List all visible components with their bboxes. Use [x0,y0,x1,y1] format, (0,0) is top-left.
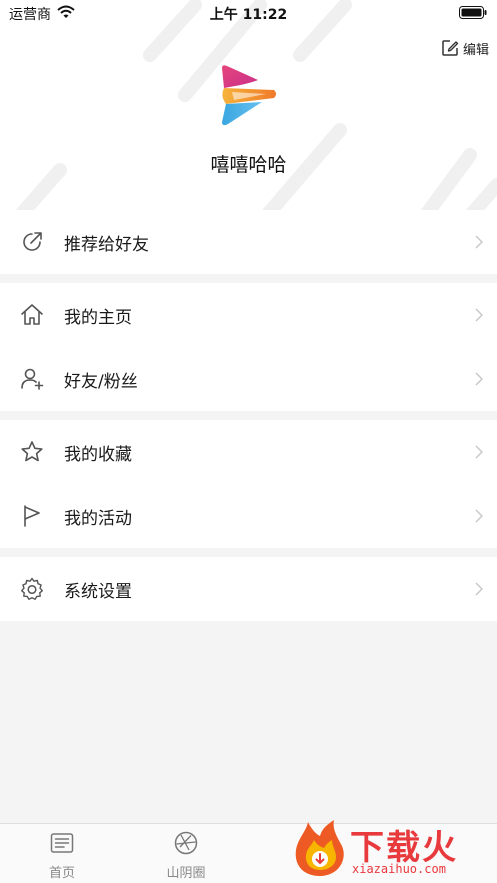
watermark-logo: 下载火 xiazaihuo.com [292,818,497,883]
tab-circle[interactable]: 山阴圈 [126,824,246,883]
edit-button[interactable]: 编辑 [441,38,489,58]
menu-item-homepage[interactable]: 我的主页 [0,283,497,347]
status-bar: 运营商 上午 11:22 [0,0,497,26]
watermark-subtitle: xiazaihuo.com [352,862,446,876]
battery-icon [459,6,487,19]
username: 嘻嘻哈哈 [210,154,287,176]
edit-icon [442,40,459,56]
news-list-icon [50,833,74,853]
share-icon [23,232,42,251]
menu-label-favorites: 我的收藏 [64,444,132,465]
menu-item-favorites[interactable]: 我的收藏 [0,420,497,484]
menu-label-homepage: 我的主页 [64,307,132,328]
app-logo [222,65,276,126]
menu-item-activities[interactable]: 我的活动 [0,484,497,548]
menu-label-share: 推荐给好友 [64,234,149,255]
menu-item-share[interactable]: 推荐给好友 [0,210,497,274]
menu-label-friends: 好友/粉丝 [64,371,138,392]
flag-icon [24,505,40,527]
star-icon [21,441,43,462]
chevron-right-icon [475,235,483,249]
menu-item-friends[interactable]: 好友/粉丝 [0,347,497,411]
menu-group-settings: 系统设置 [0,557,497,621]
chevron-right-icon [475,509,483,523]
chevron-right-icon [475,372,483,386]
edit-label: 编辑 [462,42,489,58]
menu-label-activities: 我的活动 [64,508,132,529]
profile-header: 运营商 上午 11:22 编辑 嘻嘻哈哈 [0,0,497,210]
chevron-right-icon [475,582,483,596]
chevron-right-icon [475,308,483,322]
aperture-icon [174,831,198,855]
menu-item-settings[interactable]: 系统设置 [0,557,497,621]
tab-label-circle: 山阴圈 [166,866,206,881]
status-time: 上午 11:22 [209,7,288,23]
menu-group-share: 推荐给好友 [0,210,497,274]
flame-icon [295,820,344,876]
tab-home[interactable]: 首页 [2,824,122,883]
menu-label-settings: 系统设置 [64,581,132,602]
add-user-icon [21,368,44,390]
gear-icon [21,577,43,600]
home-icon [21,304,43,325]
menu-group-personal: 我的收藏 我的活动 [0,420,497,548]
tab-label-home: 首页 [48,866,75,881]
chevron-right-icon [475,445,483,459]
menu-group-social: 我的主页 好友/粉丝 [0,283,497,411]
